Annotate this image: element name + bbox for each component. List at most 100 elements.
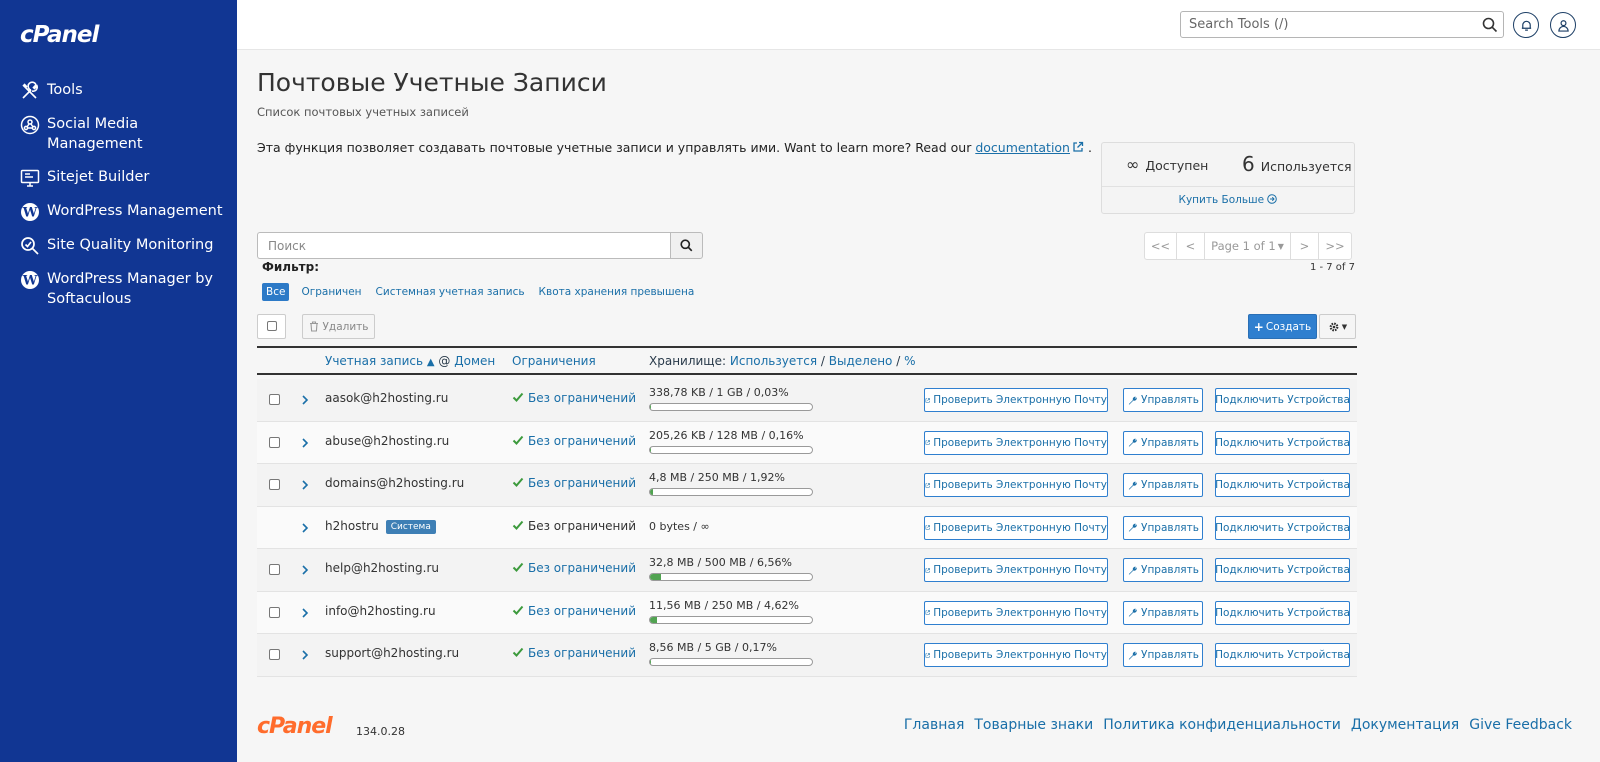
row-checkbox[interactable]	[269, 606, 280, 618]
manage-button[interactable]: Управлять	[1123, 600, 1203, 625]
create-button[interactable]: + Создать	[1248, 314, 1317, 339]
sidebar-item-site-quality[interactable]: Site Quality Monitoring	[0, 231, 237, 260]
row-checkbox[interactable]	[269, 564, 280, 575]
footer-link-feedback[interactable]: Give Feedback	[1469, 717, 1572, 733]
connect-devices-button[interactable]: Подключить Устройства	[1215, 430, 1350, 455]
limit-link[interactable]: Без ограничений	[528, 434, 636, 448]
page-first-button[interactable]: <<	[1144, 232, 1177, 260]
check-email-button[interactable]: Проверить Электронную Почту	[924, 515, 1108, 540]
account-search-input[interactable]	[257, 232, 670, 259]
footer-link-documentation[interactable]: Документация	[1351, 717, 1459, 733]
chevron-right-icon[interactable]	[300, 521, 310, 535]
pagination: << < Page 1 of 1 ▼ > >>	[1144, 232, 1352, 260]
manage-button[interactable]: Управлять	[1123, 388, 1203, 412]
check-email-button[interactable]: Проверить Электронную Почту	[924, 558, 1108, 582]
row-checkbox[interactable]	[269, 436, 280, 448]
check-email-button[interactable]: Проверить Электронную Почту	[924, 430, 1108, 455]
filter-system-account[interactable]: Системная учетная запись	[376, 286, 525, 298]
search-tools-input[interactable]	[1180, 11, 1504, 38]
page-title: Почтовые Учетные Записи	[257, 68, 607, 97]
connect-devices-button[interactable]: Подключить Устройства	[1215, 600, 1350, 625]
sidebar-item-sitejet[interactable]: Sitejet Builder	[0, 163, 237, 192]
account-search-button[interactable]	[670, 232, 703, 259]
account-label: support@h2hosting.ru	[325, 646, 460, 660]
delete-button[interactable]: Удалить	[302, 314, 375, 339]
chevron-right-icon[interactable]	[300, 478, 310, 492]
filter-restricted[interactable]: Ограничен	[301, 286, 361, 298]
user-menu-button[interactable]	[1550, 12, 1576, 38]
buy-more-link[interactable]: Купить Больше	[1102, 194, 1354, 206]
connect-devices-button[interactable]: Подключить Устройства	[1215, 473, 1350, 497]
manage-button[interactable]: Управлять	[1123, 515, 1203, 540]
limit-link[interactable]: Без ограничений	[528, 646, 636, 660]
sort-used-link[interactable]: Используется	[730, 354, 817, 368]
page-select[interactable]: Page 1 of 1 ▼	[1205, 232, 1291, 260]
check-email-button[interactable]: Проверить Электронную Почту	[924, 388, 1108, 412]
connect-devices-button[interactable]: Подключить Устройства	[1215, 643, 1350, 667]
page-prev-button[interactable]: <	[1177, 232, 1205, 260]
stats-row: ∞ Доступен 6 Используется	[1102, 143, 1354, 187]
limit-link[interactable]: Без ограничений	[528, 604, 636, 618]
row-checkbox[interactable]	[269, 394, 280, 405]
check-email-button[interactable]: Проверить Электронную Почту	[924, 473, 1108, 497]
limit-link[interactable]: Без ограничений	[528, 391, 636, 405]
page-last-button[interactable]: >>	[1319, 232, 1352, 260]
storage-text: 205,26 KB / 128 MB / 0,16%	[649, 428, 804, 442]
sort-percent-link[interactable]: %	[904, 354, 915, 368]
storage-progress-bar	[649, 488, 813, 496]
wrench-icon	[1128, 566, 1137, 575]
footer-link-trademarks[interactable]: Товарные знаки	[974, 717, 1093, 733]
filter-all[interactable]: Все	[262, 283, 290, 301]
table-row: abuse@h2hosting.ru Без ограничений 205,26 …	[257, 421, 1357, 464]
search-icon[interactable]	[1482, 17, 1498, 33]
sort-asc-icon[interactable]: ▲	[427, 357, 435, 368]
chevron-right-icon[interactable]	[300, 393, 310, 407]
check-email-button[interactable]: Проверить Электронную Почту	[924, 643, 1108, 667]
table-row: help@h2hosting.ru Без ограничений 32,8 MB …	[257, 549, 1357, 592]
sort-account-link[interactable]: Учетная запись	[325, 354, 423, 368]
sidebar-item-wordpress-manager-softaculous[interactable]: W WordPress Manager by Softaculous	[0, 265, 237, 313]
footer-link-home[interactable]: Главная	[904, 717, 964, 733]
sidebar-item-wordpress-management[interactable]: W WordPress Management	[0, 197, 237, 226]
sort-allocated-link[interactable]: Выделено	[829, 354, 893, 368]
connect-devices-button[interactable]: Подключить Устройства	[1215, 558, 1350, 582]
notifications-button[interactable]	[1513, 12, 1539, 38]
check-icon	[512, 435, 524, 445]
chevron-right-icon[interactable]	[300, 563, 310, 577]
chevron-right-icon[interactable]	[300, 648, 310, 662]
manage-button[interactable]: Управлять	[1123, 430, 1203, 455]
documentation-link[interactable]: documentation	[975, 140, 1070, 155]
page-next-button[interactable]: >	[1291, 232, 1319, 260]
separator: /	[820, 354, 825, 368]
row-checkbox[interactable]	[269, 479, 280, 490]
sort-limits-link[interactable]: Ограничения	[512, 354, 596, 368]
settings-dropdown-button[interactable]: ▼	[1319, 314, 1356, 339]
filter-quota-exceeded[interactable]: Квота хранения превышена	[539, 286, 695, 298]
arrow-circle-right-icon	[1267, 194, 1278, 204]
storage-progress-fill	[650, 404, 651, 410]
chevron-right-icon[interactable]	[300, 606, 310, 620]
select-all-checkbox[interactable]	[257, 314, 286, 339]
cpanel-logo[interactable]: cPanel	[20, 22, 99, 48]
check-email-button[interactable]: Проверить Электронную Почту	[924, 600, 1108, 625]
manage-button[interactable]: Управлять	[1123, 643, 1203, 667]
connect-devices-button[interactable]: Подключить Устройства	[1215, 515, 1350, 540]
row-checkbox[interactable]	[269, 649, 280, 660]
footer-cpanel-logo[interactable]: cPanel	[257, 714, 333, 739]
connect-devices-button[interactable]: Подключить Устройства	[1215, 388, 1350, 412]
manage-button[interactable]: Управлять	[1123, 473, 1203, 497]
table-row: h2hostru Система Без ограничений 0 bytes / …	[257, 506, 1357, 549]
check-email-label: Проверить Электронную Почту	[933, 394, 1107, 406]
footer-link-privacy[interactable]: Политика конфиденциальности	[1103, 717, 1341, 733]
limit-link[interactable]: Без ограничений	[528, 476, 636, 490]
limit-link[interactable]: Без ограничений	[528, 561, 636, 575]
account-search	[257, 232, 703, 259]
manage-button[interactable]: Управлять	[1123, 558, 1203, 582]
table-row: support@h2hosting.ru Без ограничений 8,56 …	[257, 634, 1357, 677]
sidebar-item-label: Site Quality Monitoring	[47, 237, 214, 253]
connect-devices-label: Подключить Устройства	[1215, 649, 1350, 661]
chevron-right-icon[interactable]	[300, 436, 310, 450]
sort-domain-link[interactable]: Домен	[454, 354, 495, 368]
sidebar-item-tools[interactable]: Tools	[0, 76, 237, 105]
sidebar-item-social-media[interactable]: Social Media Management	[0, 110, 237, 158]
